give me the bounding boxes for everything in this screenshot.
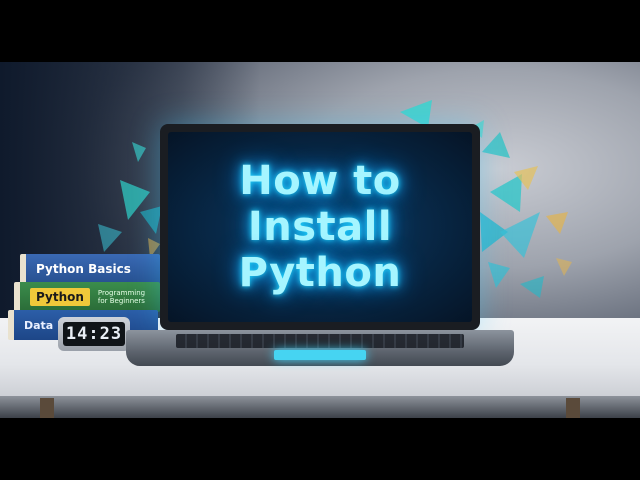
desk-leg [566, 398, 580, 418]
book-python-programming: Python Programming for Beginners [14, 282, 160, 312]
shard [140, 206, 162, 234]
shard [556, 258, 572, 276]
headline-line-1: How to Install [239, 158, 401, 250]
book-badge: Python [30, 288, 90, 306]
letterbox-bottom [0, 418, 640, 480]
shard [546, 212, 568, 234]
book-title: Python Basics [36, 262, 131, 276]
book-subtitle-line: for Beginners [97, 297, 145, 305]
shard [490, 174, 522, 212]
laptop-base [126, 330, 514, 366]
laptop-keyboard [176, 334, 464, 348]
book-python-basics: Python Basics [20, 254, 160, 284]
headline-line-2: Python [238, 250, 402, 296]
clock-display: 14:23 [63, 322, 125, 346]
shard [132, 142, 146, 162]
shard [488, 262, 510, 288]
laptop-trackpad [274, 350, 366, 360]
shard [520, 276, 544, 298]
laptop-screen: How to Install Python [160, 124, 480, 330]
book-subtitle-line: Programming [97, 289, 146, 297]
letterbox-top [0, 0, 640, 62]
shard [98, 224, 122, 252]
desk-edge [0, 396, 640, 418]
desk-leg [40, 398, 54, 418]
book-subtitle: Programming for Beginners [98, 289, 145, 305]
shard [500, 212, 540, 258]
laptop-display: How to Install Python [168, 132, 472, 322]
digital-clock: 14:23 [58, 317, 130, 351]
thumbnail-scene: Python Basics Python Programming for Beg… [0, 0, 640, 480]
shard [482, 132, 510, 158]
